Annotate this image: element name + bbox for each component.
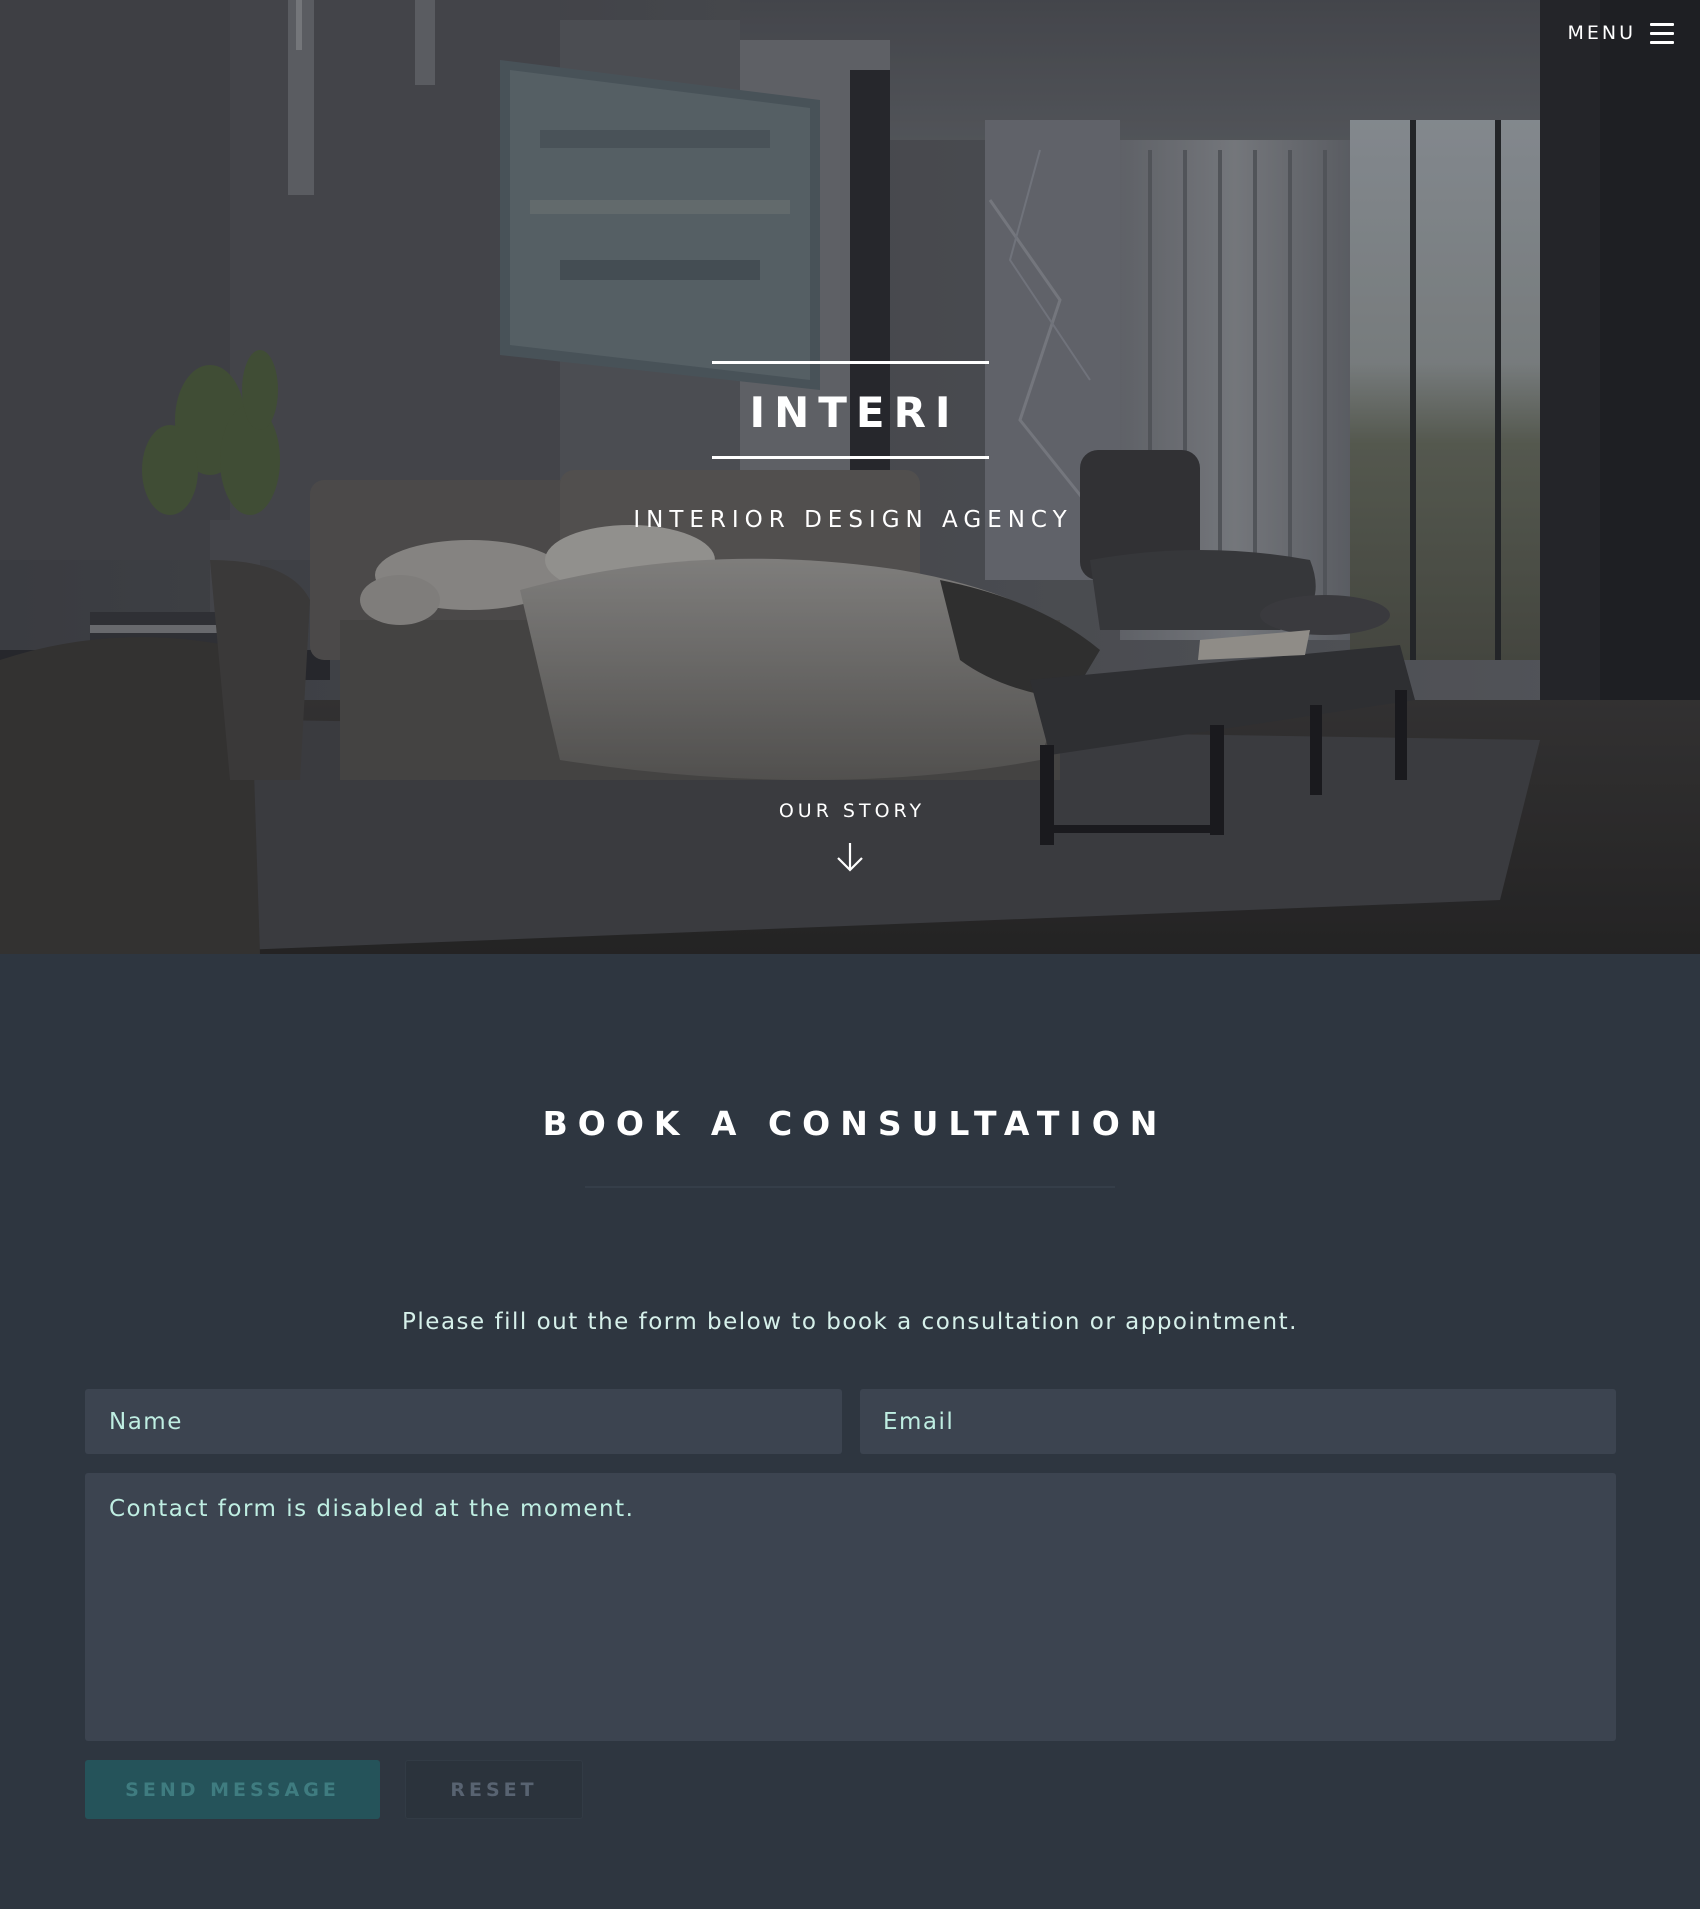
menu-button[interactable]: MENU [1567,22,1674,44]
arrow-down-icon [837,843,863,872]
our-story-link[interactable]: OUR STORY [0,800,1700,874]
hero-section: MENU INTERI INTERIOR DESIGN AGENCY OUR S… [0,0,1700,954]
contact-title: BOOK A CONSULTATION [542,1104,1168,1143]
hamburger-icon [1650,22,1674,44]
send-message-button[interactable]: SEND MESSAGE [85,1760,380,1819]
our-story-label: OUR STORY [778,800,926,822]
brand-block: INTERI INTERIOR DESIGN AGENCY [0,361,1700,533]
menu-label: MENU [1567,22,1636,44]
brand-bottom-rule [711,456,989,459]
name-input[interactable] [85,1389,842,1454]
contact-section: BOOK A CONSULTATION Please fill out the … [0,954,1700,1909]
contact-intro: Please fill out the form below to book a… [402,1309,1298,1335]
brand-title: INTERI [749,388,960,437]
reset-button[interactable]: RESET [405,1760,583,1819]
brand-subtitle: INTERIOR DESIGN AGENCY [633,507,1073,533]
message-textarea[interactable] [85,1473,1616,1741]
email-input[interactable] [860,1389,1616,1454]
contact-title-divider [585,1186,1115,1188]
